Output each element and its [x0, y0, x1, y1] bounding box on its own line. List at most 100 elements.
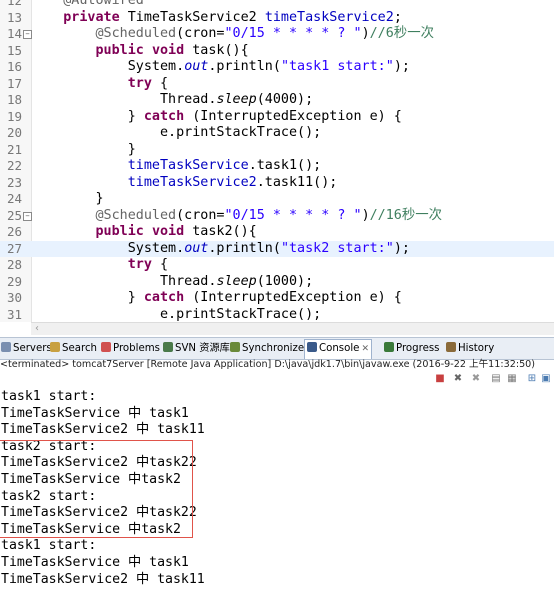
tab-progress[interactable]: Progress — [384, 340, 439, 357]
code-token: ; — [393, 9, 402, 25]
code-token: "0/15 * * * * ? " — [224, 207, 362, 223]
line-number: 19 — [6, 108, 22, 124]
code-line[interactable]: 28 try { — [0, 257, 554, 274]
code-text: e.printStackTrace(); — [31, 307, 321, 323]
code-text: timeTaskService2.task11(); — [31, 174, 338, 192]
progress-icon — [384, 342, 394, 352]
code-token: private — [63, 9, 120, 25]
line-number: 25 — [6, 207, 22, 223]
code-token: catch — [143, 108, 185, 124]
code-line[interactable]: 31 e.printStackTrace(); — [0, 307, 554, 323]
code-token: "task1 start:" — [280, 59, 394, 74]
line-number: 31 — [6, 306, 22, 322]
code-token: task(){ — [184, 42, 249, 58]
code-line[interactable]: 23 timeTaskService2.task11(); — [0, 175, 554, 192]
tab-problems[interactable]: Problems — [101, 340, 160, 357]
console-line: TimeTaskService 中 task1 — [1, 405, 189, 421]
code-token: } — [31, 141, 136, 157]
code-token: //6秒一次 — [369, 26, 434, 41]
close-icon[interactable]: ✕ — [361, 344, 369, 354]
line-number: 28 — [6, 257, 22, 272]
terminate-icon[interactable]: ■ — [434, 373, 446, 385]
code-token: (cron= — [176, 26, 225, 41]
code-line[interactable]: 16 System.out.println("task1 start:"); — [0, 59, 554, 76]
console-icon — [307, 342, 317, 352]
code-token: "0/15 * * * * ? " — [224, 26, 362, 41]
code-token: void — [151, 224, 185, 239]
code-line[interactable]: 17 try { — [0, 76, 554, 93]
code-token: public — [95, 42, 144, 58]
tab-search[interactable]: Search — [50, 340, 97, 357]
scroll-lock-icon[interactable]: ▦ — [506, 373, 518, 385]
line-number: 12 — [6, 0, 22, 8]
tab-console[interactable]: Console ✕ — [304, 339, 372, 359]
code-token: e.printStackTrace(); — [31, 306, 322, 322]
code-line[interactable]: 14− @Scheduled(cron="0/15 * * * * ? ")//… — [0, 26, 554, 43]
pin-console-icon[interactable]: ⊞ — [526, 373, 538, 385]
code-token: (InterruptedException e) { — [184, 290, 402, 305]
code-text: timeTaskService.task1(); — [31, 158, 322, 175]
code-line[interactable]: 26 public void task2(){ — [0, 224, 554, 241]
search-icon — [50, 342, 60, 352]
code-line[interactable]: 22 timeTaskService.task1(); — [0, 158, 554, 175]
code-text: } — [31, 191, 103, 208]
code-line[interactable]: 25− @Scheduled(cron="0/15 * * * * ? ")//… — [0, 208, 554, 225]
code-text: Thread.sleep(1000); — [31, 274, 313, 291]
scroll-left-icon[interactable]: ‹ — [35, 323, 39, 334]
line-number: 16 — [6, 59, 22, 74]
code-line[interactable]: 19 } catch (InterruptedException e) { — [0, 109, 554, 126]
tab-label: Synchronize — [242, 343, 305, 354]
code-text: @Scheduled(cron="0/15 * * * * ? ")//6秒一次 — [31, 26, 434, 43]
code-token: .task1(); — [248, 158, 322, 173]
display-console-icon[interactable]: ▣ — [540, 373, 552, 385]
code-token: .task11(); — [256, 174, 338, 190]
code-line[interactable]: 30 } catch (InterruptedException e) { — [0, 290, 554, 307]
code-text: @Scheduled(cron="0/15 * * * * ? ")//16秒一… — [31, 207, 443, 225]
remove-all-icon[interactable]: ✖ — [470, 373, 482, 385]
code-line[interactable]: 27 System.out.println("task2 start:"); — [0, 240, 554, 257]
code-token: Thread. — [31, 273, 217, 289]
code-token: System. — [31, 240, 185, 256]
code-text: try { — [31, 257, 168, 274]
clear-console-icon[interactable]: ▤ — [490, 373, 502, 385]
code-text: System.out.println("task1 start:"); — [31, 59, 410, 76]
code-line[interactable]: 29 Thread.sleep(1000); — [0, 274, 554, 291]
code-line[interactable]: 15 public void task(){ — [0, 43, 554, 60]
code-line[interactable]: 20 e.printStackTrace(); — [0, 125, 554, 142]
code-token: catch — [143, 290, 185, 305]
code-line[interactable]: 13 private TimeTaskService2 timeTaskServ… — [0, 10, 554, 27]
tab-label: Servers — [13, 343, 52, 354]
console-line: TimeTaskService2 中 task11 — [1, 422, 205, 438]
code-token: try — [127, 257, 152, 272]
tab-history[interactable]: History — [446, 340, 494, 357]
console-process-label: <terminated> tomcat7Server [Remote Java … — [0, 359, 536, 370]
code-token: @Scheduled — [95, 207, 177, 223]
tab-servers[interactable]: Servers — [1, 340, 52, 357]
code-token: ); — [393, 240, 410, 256]
code-line[interactable]: 18 Thread.sleep(4000); — [0, 92, 554, 109]
history-icon — [446, 342, 456, 352]
code-token: task2(){ — [184, 224, 257, 239]
code-token: @Autowired — [63, 0, 144, 8]
code-line[interactable]: 24 } — [0, 191, 554, 208]
code-token: Thread. — [31, 92, 217, 107]
code-text: public void task(){ — [31, 43, 249, 60]
line-number: 13 — [6, 9, 22, 25]
remove-launch-icon[interactable]: ✖ — [452, 373, 464, 385]
code-editor[interactable]: 12 @Autowired 13 private TimeTaskService2… — [0, 0, 554, 322]
line-number: 17 — [6, 75, 22, 91]
horizontal-scrollbar[interactable]: ‹ — [31, 322, 554, 335]
tab-synchronize[interactable]: Synchronize — [230, 340, 304, 357]
code-line[interactable]: 21 } — [0, 142, 554, 159]
code-token: (cron= — [176, 207, 225, 223]
line-number: 20 — [6, 125, 22, 140]
tab-svn[interactable]: SVN 资源库 — [163, 340, 230, 357]
code-line[interactable]: 12 @Autowired — [0, 0, 554, 10]
code-token: void — [151, 42, 185, 58]
